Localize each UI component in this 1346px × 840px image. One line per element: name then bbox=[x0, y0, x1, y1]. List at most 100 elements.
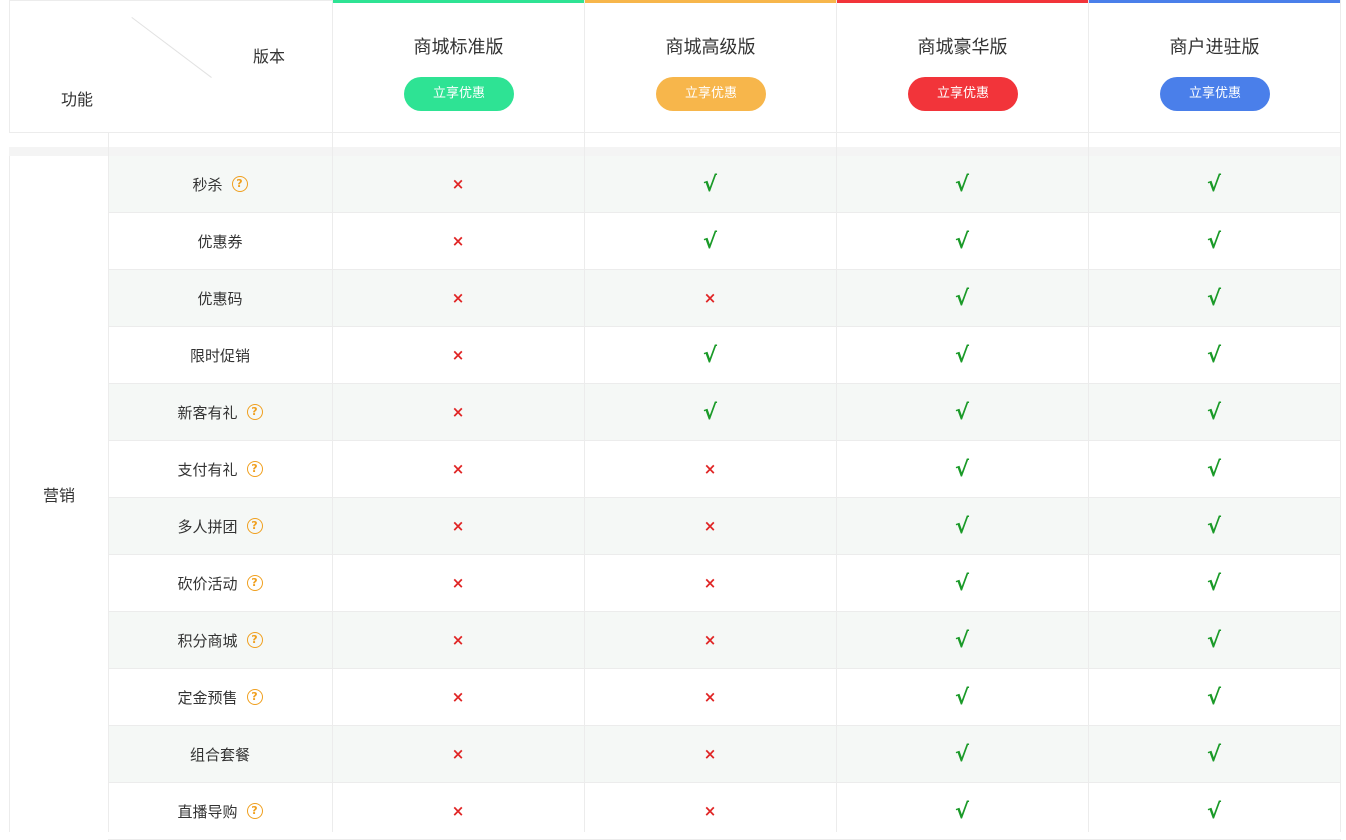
support-cell: √ bbox=[836, 270, 1088, 326]
help-question-icon[interactable]: ? bbox=[246, 575, 263, 591]
support-cell: √ bbox=[1088, 669, 1340, 725]
support-cell: √ bbox=[836, 441, 1088, 497]
feature-row: 直播导购? × × √ √ bbox=[108, 783, 1341, 840]
header-corner-cell: 版本 功能 bbox=[9, 0, 332, 132]
feature-row: 优惠券 × √ √ √ bbox=[108, 213, 1341, 270]
support-cell: × bbox=[584, 612, 836, 668]
feature-name-cell: 直播导购? bbox=[108, 783, 332, 839]
check-mark-icon: √ bbox=[954, 571, 969, 595]
support-cell: √ bbox=[1088, 555, 1340, 611]
plan-column-3: 商城豪华版 立享优惠 bbox=[836, 0, 1088, 132]
support-cell: √ bbox=[1088, 156, 1340, 212]
support-cell: × bbox=[332, 327, 584, 383]
support-cell: √ bbox=[836, 384, 1088, 440]
support-cell: × bbox=[584, 726, 836, 782]
check-mark-icon: √ bbox=[1206, 571, 1221, 595]
plan-column-1: 商城标准版 立享优惠 bbox=[332, 0, 584, 132]
support-cell: × bbox=[332, 726, 584, 782]
help-question-icon[interactable]: ? bbox=[246, 632, 263, 648]
support-cell: √ bbox=[584, 213, 836, 269]
table-header: 版本 功能 商城标准版 立享优惠 商城高级版 立享优惠 商城豪华版 立享优惠 商户进驻版 立享… bbox=[9, 0, 1341, 132]
claim-offer-button[interactable]: 立享优惠 bbox=[656, 77, 766, 111]
feature-name: 限时促销 bbox=[189, 346, 250, 365]
check-mark-icon: √ bbox=[954, 229, 969, 253]
support-cell: √ bbox=[836, 327, 1088, 383]
feature-name-cell: 组合套餐 bbox=[108, 726, 332, 782]
cross-mark-icon: × bbox=[451, 517, 465, 535]
feature-name-cell: 限时促销 bbox=[108, 327, 332, 383]
cross-mark-icon: × bbox=[703, 745, 717, 763]
support-cell: √ bbox=[836, 555, 1088, 611]
check-mark-icon: √ bbox=[954, 742, 969, 766]
support-cell: √ bbox=[1088, 783, 1340, 839]
help-question-icon[interactable]: ? bbox=[246, 404, 263, 420]
support-cell: × bbox=[332, 156, 584, 212]
check-mark-icon: √ bbox=[1206, 799, 1221, 823]
cross-mark-icon: × bbox=[451, 631, 465, 649]
claim-offer-button[interactable]: 立享优惠 bbox=[1160, 77, 1270, 111]
support-cell: √ bbox=[1088, 441, 1340, 497]
help-question-icon[interactable]: ? bbox=[246, 461, 263, 477]
cross-mark-icon: × bbox=[451, 403, 465, 421]
support-cell: × bbox=[584, 270, 836, 326]
feature-row: 积分商城? × × √ √ bbox=[108, 612, 1341, 669]
feature-row: 秒杀? × √ √ √ bbox=[108, 156, 1341, 213]
check-mark-icon: √ bbox=[702, 229, 717, 253]
claim-offer-button[interactable]: 立享优惠 bbox=[404, 77, 514, 111]
support-cell: × bbox=[332, 270, 584, 326]
plan-color-bar bbox=[585, 0, 836, 3]
cross-mark-icon: × bbox=[451, 346, 465, 364]
feature-name: 组合套餐 bbox=[189, 745, 250, 764]
plan-column-2: 商城高级版 立享优惠 bbox=[584, 0, 836, 132]
cross-mark-icon: × bbox=[451, 574, 465, 592]
support-cell: √ bbox=[1088, 726, 1340, 782]
check-mark-icon: √ bbox=[954, 628, 969, 652]
check-mark-icon: √ bbox=[1206, 343, 1221, 367]
support-cell: × bbox=[332, 612, 584, 668]
check-mark-icon: √ bbox=[1206, 229, 1221, 253]
cross-mark-icon: × bbox=[703, 517, 717, 535]
check-mark-icon: √ bbox=[954, 286, 969, 310]
cross-mark-icon: × bbox=[703, 460, 717, 478]
corner-diagonal-line bbox=[131, 17, 212, 78]
help-question-icon[interactable]: ? bbox=[246, 803, 263, 819]
feature-name-cell: 定金预售? bbox=[108, 669, 332, 725]
check-mark-icon: √ bbox=[954, 400, 969, 424]
feature-row: 新客有礼? × √ √ √ bbox=[108, 384, 1341, 441]
support-cell: × bbox=[332, 213, 584, 269]
plan-column-4: 商户进驻版 立享优惠 bbox=[1088, 0, 1340, 132]
feature-name: 直播导购 bbox=[177, 802, 238, 821]
support-cell: × bbox=[332, 384, 584, 440]
check-mark-icon: √ bbox=[954, 799, 969, 823]
feature-name: 定金预售 bbox=[177, 688, 238, 707]
plan-name: 商户进驻版 bbox=[1169, 37, 1260, 58]
support-cell: × bbox=[332, 783, 584, 839]
plan-color-bar bbox=[333, 0, 584, 3]
support-cell: × bbox=[332, 555, 584, 611]
feature-name-cell: 新客有礼? bbox=[108, 384, 332, 440]
support-cell: √ bbox=[836, 669, 1088, 725]
feature-name: 优惠券 bbox=[197, 232, 243, 251]
check-mark-icon: √ bbox=[1206, 514, 1221, 538]
support-cell: √ bbox=[1088, 213, 1340, 269]
plan-name: 商城豪华版 bbox=[917, 37, 1008, 58]
feature-name: 积分商城 bbox=[177, 631, 238, 650]
check-mark-icon: √ bbox=[1206, 286, 1221, 310]
help-question-icon[interactable]: ? bbox=[231, 176, 248, 192]
help-question-icon[interactable]: ? bbox=[246, 689, 263, 705]
feature-row: 限时促销 × √ √ √ bbox=[108, 327, 1341, 384]
support-cell: √ bbox=[584, 156, 836, 212]
claim-offer-button[interactable]: 立享优惠 bbox=[908, 77, 1018, 111]
feature-row: 砍价活动? × × √ √ bbox=[108, 555, 1341, 612]
feature-name-cell: 秒杀? bbox=[108, 156, 332, 212]
cross-mark-icon: × bbox=[451, 460, 465, 478]
support-cell: √ bbox=[836, 612, 1088, 668]
category-marketing-label: 营销 bbox=[9, 156, 108, 832]
plan-name: 商城标准版 bbox=[413, 37, 504, 58]
feature-name: 支付有礼 bbox=[177, 460, 238, 479]
cross-mark-icon: × bbox=[451, 289, 465, 307]
help-question-icon[interactable]: ? bbox=[246, 518, 263, 534]
support-cell: √ bbox=[836, 498, 1088, 554]
feature-row: 多人拼团? × × √ √ bbox=[108, 498, 1341, 555]
check-mark-icon: √ bbox=[1206, 172, 1221, 196]
